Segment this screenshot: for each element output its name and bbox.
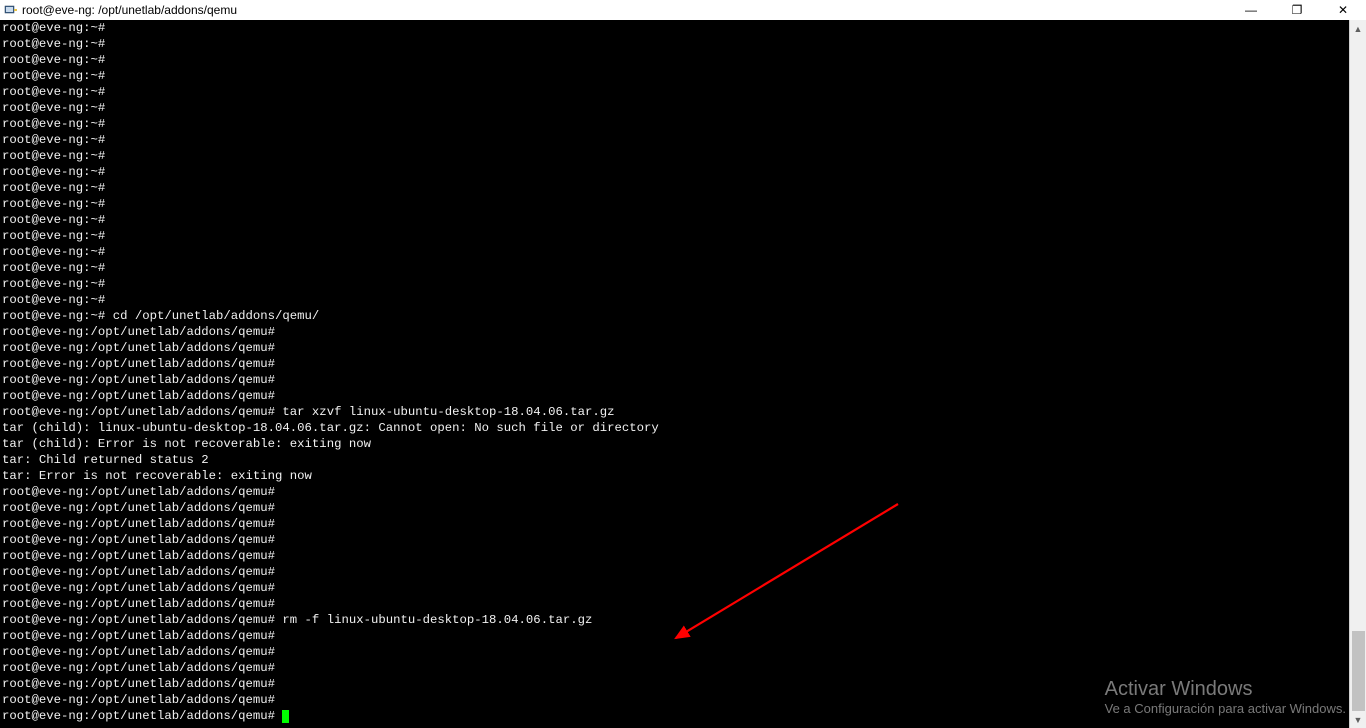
scroll-down-button[interactable]: ▼ xyxy=(1350,711,1366,728)
terminal-line: root@eve-ng:~# xyxy=(2,132,1364,148)
terminal-line: root@eve-ng:/opt/unetlab/addons/qemu# xyxy=(2,676,1364,692)
terminal-line: root@eve-ng:~# xyxy=(2,52,1364,68)
close-button[interactable]: ✕ xyxy=(1320,0,1366,20)
terminal-line: root@eve-ng:/opt/unetlab/addons/qemu# xyxy=(2,580,1364,596)
putty-icon xyxy=(4,3,18,17)
scroll-thumb[interactable] xyxy=(1352,631,1365,711)
terminal-line: root@eve-ng:/opt/unetlab/addons/qemu# xyxy=(2,340,1364,356)
terminal-line: root@eve-ng:~# xyxy=(2,292,1364,308)
scroll-track[interactable] xyxy=(1350,37,1366,711)
window-titlebar: root@eve-ng: /opt/unetlab/addons/qemu — … xyxy=(0,0,1366,20)
terminal-line: root@eve-ng:~# xyxy=(2,100,1364,116)
terminal-line: tar (child): linux-ubuntu-desktop-18.04.… xyxy=(2,420,1364,436)
terminal-line: root@eve-ng:/opt/unetlab/addons/qemu# xyxy=(2,356,1364,372)
terminal-line: root@eve-ng:~# xyxy=(2,116,1364,132)
terminal-line: root@eve-ng:/opt/unetlab/addons/qemu# xyxy=(2,708,1364,724)
terminal-line: root@eve-ng:~# xyxy=(2,212,1364,228)
terminal-line: root@eve-ng:/opt/unetlab/addons/qemu# xyxy=(2,516,1364,532)
terminal-line: root@eve-ng:/opt/unetlab/addons/qemu# xyxy=(2,564,1364,580)
terminal-line: root@eve-ng:/opt/unetlab/addons/qemu# xyxy=(2,660,1364,676)
terminal-line: root@eve-ng:~# xyxy=(2,148,1364,164)
window-title: root@eve-ng: /opt/unetlab/addons/qemu xyxy=(22,3,237,17)
terminal-line: root@eve-ng:~# xyxy=(2,196,1364,212)
terminal-line: root@eve-ng:~# cd /opt/unetlab/addons/qe… xyxy=(2,308,1364,324)
terminal-line: root@eve-ng:~# xyxy=(2,164,1364,180)
terminal-line: root@eve-ng:~# xyxy=(2,36,1364,52)
terminal-line: root@eve-ng:~# xyxy=(2,276,1364,292)
terminal-line: root@eve-ng:/opt/unetlab/addons/qemu# xyxy=(2,532,1364,548)
terminal-line: root@eve-ng:~# xyxy=(2,20,1364,36)
terminal-line: root@eve-ng:~# xyxy=(2,84,1364,100)
terminal-line: root@eve-ng:/opt/unetlab/addons/qemu# xyxy=(2,500,1364,516)
terminal-line: tar: Child returned status 2 xyxy=(2,452,1364,468)
terminal-line: root@eve-ng:/opt/unetlab/addons/qemu# xyxy=(2,548,1364,564)
terminal-line: root@eve-ng:~# xyxy=(2,244,1364,260)
terminal-line: root@eve-ng:~# xyxy=(2,68,1364,84)
terminal-line: root@eve-ng:/opt/unetlab/addons/qemu# xyxy=(2,596,1364,612)
terminal-line: root@eve-ng:/opt/unetlab/addons/qemu# xyxy=(2,692,1364,708)
terminal-cursor xyxy=(282,710,289,723)
terminal-line: root@eve-ng:/opt/unetlab/addons/qemu# ta… xyxy=(2,404,1364,420)
terminal-line: root@eve-ng:~# xyxy=(2,180,1364,196)
terminal-line: root@eve-ng:~# xyxy=(2,260,1364,276)
terminal-line: root@eve-ng:~# xyxy=(2,228,1364,244)
maximize-button[interactable]: ❐ xyxy=(1274,0,1320,20)
terminal[interactable]: root@eve-ng:~#root@eve-ng:~#root@eve-ng:… xyxy=(0,20,1366,728)
terminal-line: root@eve-ng:/opt/unetlab/addons/qemu# rm… xyxy=(2,612,1364,628)
scroll-up-button[interactable]: ▲ xyxy=(1350,20,1366,37)
vertical-scrollbar[interactable]: ▲ ▼ xyxy=(1349,20,1366,728)
terminal-line: tar: Error is not recoverable: exiting n… xyxy=(2,468,1364,484)
terminal-line: tar (child): Error is not recoverable: e… xyxy=(2,436,1364,452)
terminal-line: root@eve-ng:/opt/unetlab/addons/qemu# xyxy=(2,388,1364,404)
window-controls: — ❐ ✕ xyxy=(1228,0,1366,20)
terminal-line: root@eve-ng:/opt/unetlab/addons/qemu# xyxy=(2,324,1364,340)
terminal-line: root@eve-ng:/opt/unetlab/addons/qemu# xyxy=(2,644,1364,660)
terminal-container: root@eve-ng:~#root@eve-ng:~#root@eve-ng:… xyxy=(0,20,1366,728)
terminal-line: root@eve-ng:/opt/unetlab/addons/qemu# xyxy=(2,484,1364,500)
terminal-line: root@eve-ng:/opt/unetlab/addons/qemu# xyxy=(2,628,1364,644)
terminal-line: root@eve-ng:/opt/unetlab/addons/qemu# xyxy=(2,372,1364,388)
minimize-button[interactable]: — xyxy=(1228,0,1274,20)
